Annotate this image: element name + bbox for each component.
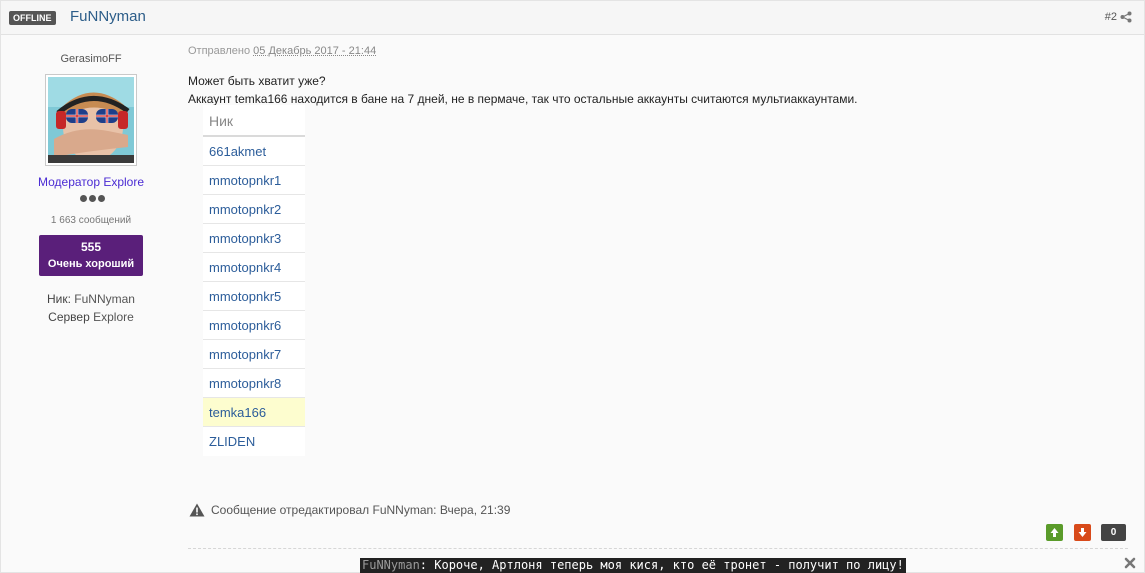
custom-field-nick: Ник: FuNNyman — [1, 292, 181, 306]
warning-icon — [189, 503, 205, 517]
vote-up-button[interactable] — [1046, 524, 1063, 541]
post-body: Отправлено 05 Декабрь 2017 - 21:44 Может… — [188, 45, 1128, 108]
arrow-down-icon — [1078, 528, 1087, 537]
post-separator — [188, 548, 1128, 549]
table-row: 661akmet — [203, 137, 305, 166]
rank-pips — [80, 195, 105, 202]
edit-note: Сообщение отредактировал FuNNyman: Вчера… — [189, 503, 510, 517]
posted-prefix: Отправлено — [188, 45, 251, 57]
rank-pip — [89, 195, 96, 202]
share-icon[interactable] — [1120, 11, 1132, 23]
author-panel: GerasimoFF Модератор Explore 1 663 сообщ… — [1, 36, 181, 356]
reputation-badge: 555 Очень хороший — [39, 235, 143, 276]
posted-date-line: Отправлено 05 Декабрь 2017 - 21:44 — [188, 45, 1128, 57]
table-row: mmotopnkr7 — [203, 340, 305, 369]
post-header: OFFLINE FuNNyman #2 — [1, 1, 1144, 35]
server-value: Explore — [93, 310, 134, 324]
vote-down-button[interactable] — [1074, 524, 1091, 541]
shout-separator: : — [419, 558, 428, 572]
avatar-image — [48, 77, 134, 163]
vote-count: 0 — [1101, 524, 1126, 541]
nick-label: Ник: — [47, 292, 71, 306]
nick-value: FuNNyman — [74, 292, 135, 306]
shout-author[interactable]: FuNNyman — [362, 558, 420, 572]
table-row: mmotopnkr5 — [203, 282, 305, 311]
table-row: mmotopnkr8 — [203, 369, 305, 398]
avatar[interactable] — [45, 74, 137, 166]
table-row: ZLIDEN — [209, 434, 256, 449]
table-row-highlighted: temka166 — [203, 398, 305, 427]
shout-text: Короче, Артлоня теперь моя кися, кто её … — [427, 558, 904, 572]
edit-note-text: Сообщение отредактировал FuNNyman: Вчера… — [211, 503, 511, 517]
custom-field-server: Сервер Explore — [1, 310, 181, 324]
reputation-value: 555 — [80, 240, 102, 254]
shoutbox-ticker: FuNNyman: Короче, Артлоня теперь моя кис… — [360, 558, 906, 573]
group-name: Модератор Explore — [37, 175, 145, 189]
table-row: mmotopnkr4 — [203, 253, 305, 282]
rank-pip — [98, 195, 105, 202]
arrow-up-icon — [1050, 528, 1059, 537]
posted-date[interactable]: 05 Декабрь 2017 - 21:44 — [253, 45, 376, 57]
table-row: mmotopnkr2 — [203, 195, 305, 224]
message-line: Может быть хватит уже? — [188, 74, 326, 88]
message-line: Аккаунт temka166 находится в бане на 7 д… — [188, 92, 858, 106]
nick-table: Ник 661akmet mmotopnkr1 mmotopnkr2 mmoto… — [203, 105, 305, 456]
user-title: GerasimoFF — [60, 53, 122, 65]
forum-post: OFFLINE FuNNyman #2 GerasimoFF Модератор… — [0, 0, 1145, 573]
table-row: mmotopnkr1 — [203, 166, 305, 195]
post-count: 1 663 сообщений — [50, 215, 132, 226]
rank-pip — [80, 195, 87, 202]
post-number-link[interactable]: #2 — [1105, 11, 1117, 23]
reputation-label: Очень хороший — [47, 258, 135, 270]
server-label: Сервер — [48, 310, 90, 324]
author-name-link[interactable]: FuNNyman — [70, 8, 146, 25]
table-row: mmotopnkr6 — [203, 311, 305, 340]
status-badge: OFFLINE — [9, 11, 56, 25]
table-row: mmotopnkr3 — [203, 224, 305, 253]
close-icon[interactable] — [1123, 556, 1137, 570]
table-header: Ник — [203, 105, 305, 137]
